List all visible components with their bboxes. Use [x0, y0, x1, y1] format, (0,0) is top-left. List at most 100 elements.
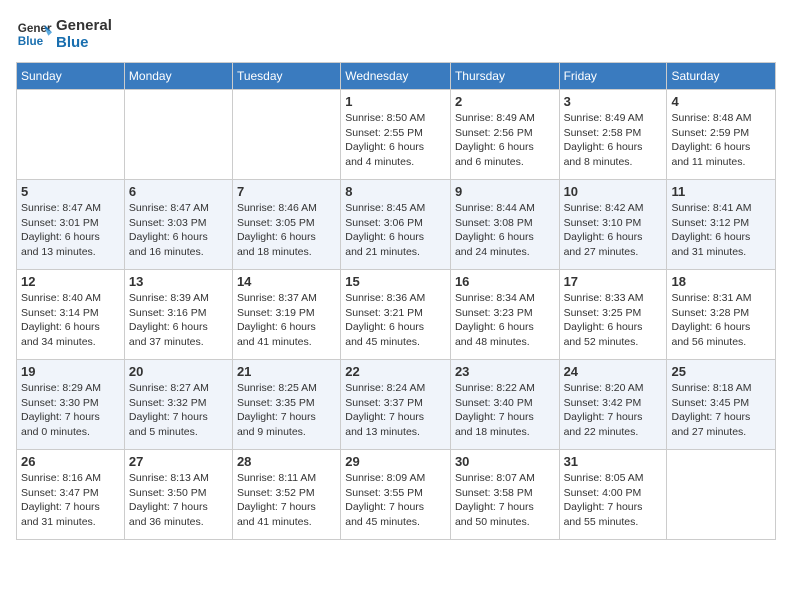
day-number: 11 — [671, 184, 771, 199]
day-detail: Sunrise: 8:50 AM Sunset: 2:55 PM Dayligh… — [345, 111, 446, 170]
day-detail: Sunrise: 8:42 AM Sunset: 3:10 PM Dayligh… — [564, 201, 663, 260]
day-detail: Sunrise: 8:49 AM Sunset: 2:56 PM Dayligh… — [455, 111, 555, 170]
calendar-cell: 8 Sunrise: 8:45 AM Sunset: 3:06 PM Daylig… — [341, 180, 451, 270]
day-detail: Sunrise: 8:39 AM Sunset: 3:16 PM Dayligh… — [129, 291, 228, 350]
day-number: 7 — [237, 184, 336, 199]
day-detail: Sunrise: 8:34 AM Sunset: 3:23 PM Dayligh… — [455, 291, 555, 350]
day-detail: Sunrise: 8:41 AM Sunset: 3:12 PM Dayligh… — [671, 201, 771, 260]
calendar-cell: 17 Sunrise: 8:33 AM Sunset: 3:25 PM Dayli… — [559, 270, 667, 360]
calendar-cell: 23 Sunrise: 8:22 AM Sunset: 3:40 PM Dayli… — [450, 360, 559, 450]
calendar-cell: 12 Sunrise: 8:40 AM Sunset: 3:14 PM Dayli… — [17, 270, 125, 360]
calendar-cell: 20 Sunrise: 8:27 AM Sunset: 3:32 PM Dayli… — [124, 360, 232, 450]
day-number: 20 — [129, 364, 228, 379]
weekday-header-wednesday: Wednesday — [341, 63, 451, 90]
day-number: 12 — [21, 274, 120, 289]
calendar-cell: 24Sunrise: 8:20 AM Sunset: 3:42 PM Dayli… — [559, 360, 667, 450]
day-detail: Sunrise: 8:16 AM Sunset: 3:47 PM Dayligh… — [21, 471, 120, 530]
calendar-cell: 27Sunrise: 8:13 AM Sunset: 3:50 PM Dayli… — [124, 450, 232, 540]
day-detail: Sunrise: 8:11 AM Sunset: 3:52 PM Dayligh… — [237, 471, 336, 530]
day-detail: Sunrise: 8:25 AM Sunset: 3:35 PM Dayligh… — [237, 381, 336, 440]
calendar-cell: 6 Sunrise: 8:47 AM Sunset: 3:03 PM Daylig… — [124, 180, 232, 270]
calendar-cell: 5Sunrise: 8:47 AM Sunset: 3:01 PM Daylig… — [17, 180, 125, 270]
day-number: 8 — [345, 184, 446, 199]
day-number: 14 — [237, 274, 336, 289]
day-detail: Sunrise: 8:49 AM Sunset: 2:58 PM Dayligh… — [564, 111, 663, 170]
day-number: 2 — [455, 94, 555, 109]
day-number: 23 — [455, 364, 555, 379]
day-detail: Sunrise: 8:07 AM Sunset: 3:58 PM Dayligh… — [455, 471, 555, 530]
calendar-cell: 10 Sunrise: 8:42 AM Sunset: 3:10 PM Dayli… — [559, 180, 667, 270]
calendar-cell: 28 Sunrise: 8:11 AM Sunset: 3:52 PM Dayli… — [232, 450, 340, 540]
day-number: 6 — [129, 184, 228, 199]
logo: General Blue General Blue — [16, 16, 112, 52]
weekday-header-thursday: Thursday — [450, 63, 559, 90]
calendar-cell: 4 Sunrise: 8:48 AM Sunset: 2:59 PM Daylig… — [667, 90, 776, 180]
day-number: 16 — [455, 274, 555, 289]
calendar-cell: 1 Sunrise: 8:50 AM Sunset: 2:55 PM Daylig… — [341, 90, 451, 180]
weekday-header-friday: Friday — [559, 63, 667, 90]
day-number: 26 — [21, 454, 120, 469]
day-number: 9 — [455, 184, 555, 199]
day-detail: Sunrise: 8:22 AM Sunset: 3:40 PM Dayligh… — [455, 381, 555, 440]
day-detail: Sunrise: 8:09 AM Sunset: 3:55 PM Dayligh… — [345, 471, 446, 530]
day-number: 25 — [671, 364, 771, 379]
day-number: 13 — [129, 274, 228, 289]
day-number: 30 — [455, 454, 555, 469]
calendar-table: SundayMondayTuesdayWednesdayThursdayFrid… — [16, 62, 776, 540]
weekday-header-saturday: Saturday — [667, 63, 776, 90]
calendar-week-row: 26 Sunrise: 8:16 AM Sunset: 3:47 PM Dayli… — [17, 450, 776, 540]
day-number: 5 — [21, 184, 120, 199]
day-number: 22 — [345, 364, 446, 379]
day-detail: Sunrise: 8:33 AM Sunset: 3:25 PM Dayligh… — [564, 291, 663, 350]
logo-blue: Blue — [56, 34, 112, 51]
logo-icon: General Blue — [16, 16, 52, 52]
calendar-cell: 16 Sunrise: 8:34 AM Sunset: 3:23 PM Dayli… — [450, 270, 559, 360]
day-number: 19 — [21, 364, 120, 379]
day-detail: Sunrise: 8:05 AM Sunset: 4:00 PM Dayligh… — [564, 471, 663, 530]
calendar-cell: 31 Sunrise: 8:05 AM Sunset: 4:00 PM Dayli… — [559, 450, 667, 540]
calendar-cell: 14 Sunrise: 8:37 AM Sunset: 3:19 PM Dayli… — [232, 270, 340, 360]
day-number: 29 — [345, 454, 446, 469]
calendar-cell: 3 Sunrise: 8:49 AM Sunset: 2:58 PM Daylig… — [559, 90, 667, 180]
day-detail: Sunrise: 8:48 AM Sunset: 2:59 PM Dayligh… — [671, 111, 771, 170]
page-header: General Blue General Blue — [16, 16, 776, 52]
day-number: 28 — [237, 454, 336, 469]
calendar-cell: 25 Sunrise: 8:18 AM Sunset: 3:45 PM Dayli… — [667, 360, 776, 450]
day-number: 3 — [564, 94, 663, 109]
calendar-week-row: 5Sunrise: 8:47 AM Sunset: 3:01 PM Daylig… — [17, 180, 776, 270]
weekday-header-tuesday: Tuesday — [232, 63, 340, 90]
calendar-cell: 26 Sunrise: 8:16 AM Sunset: 3:47 PM Dayli… — [17, 450, 125, 540]
svg-text:Blue: Blue — [18, 35, 44, 48]
calendar-week-row: 12 Sunrise: 8:40 AM Sunset: 3:14 PM Dayli… — [17, 270, 776, 360]
day-detail: Sunrise: 8:29 AM Sunset: 3:30 PM Dayligh… — [21, 381, 120, 440]
day-number: 4 — [671, 94, 771, 109]
day-detail: Sunrise: 8:37 AM Sunset: 3:19 PM Dayligh… — [237, 291, 336, 350]
day-number: 10 — [564, 184, 663, 199]
day-detail: Sunrise: 8:24 AM Sunset: 3:37 PM Dayligh… — [345, 381, 446, 440]
logo-general: General — [56, 17, 112, 34]
weekday-header-sunday: Sunday — [17, 63, 125, 90]
day-number: 15 — [345, 274, 446, 289]
day-number: 24 — [564, 364, 663, 379]
calendar-cell: 11 Sunrise: 8:41 AM Sunset: 3:12 PM Dayli… — [667, 180, 776, 270]
day-number: 18 — [671, 274, 771, 289]
calendar-cell: 9Sunrise: 8:44 AM Sunset: 3:08 PM Daylig… — [450, 180, 559, 270]
calendar-cell: 30 Sunrise: 8:07 AM Sunset: 3:58 PM Dayli… — [450, 450, 559, 540]
calendar-cell — [232, 90, 340, 180]
day-detail: Sunrise: 8:18 AM Sunset: 3:45 PM Dayligh… — [671, 381, 771, 440]
day-detail: Sunrise: 8:40 AM Sunset: 3:14 PM Dayligh… — [21, 291, 120, 350]
day-number: 27 — [129, 454, 228, 469]
day-number: 31 — [564, 454, 663, 469]
calendar-cell: 7Sunrise: 8:46 AM Sunset: 3:05 PM Daylig… — [232, 180, 340, 270]
calendar-cell: 15Sunrise: 8:36 AM Sunset: 3:21 PM Dayli… — [341, 270, 451, 360]
calendar-cell — [667, 450, 776, 540]
calendar-week-row: 19 Sunrise: 8:29 AM Sunset: 3:30 PM Dayli… — [17, 360, 776, 450]
day-detail: Sunrise: 8:27 AM Sunset: 3:32 PM Dayligh… — [129, 381, 228, 440]
day-detail: Sunrise: 8:45 AM Sunset: 3:06 PM Dayligh… — [345, 201, 446, 260]
day-number: 1 — [345, 94, 446, 109]
calendar-cell — [17, 90, 125, 180]
calendar-cell: 19 Sunrise: 8:29 AM Sunset: 3:30 PM Dayli… — [17, 360, 125, 450]
calendar-week-row: 1 Sunrise: 8:50 AM Sunset: 2:55 PM Daylig… — [17, 90, 776, 180]
day-detail: Sunrise: 8:47 AM Sunset: 3:03 PM Dayligh… — [129, 201, 228, 260]
day-number: 17 — [564, 274, 663, 289]
